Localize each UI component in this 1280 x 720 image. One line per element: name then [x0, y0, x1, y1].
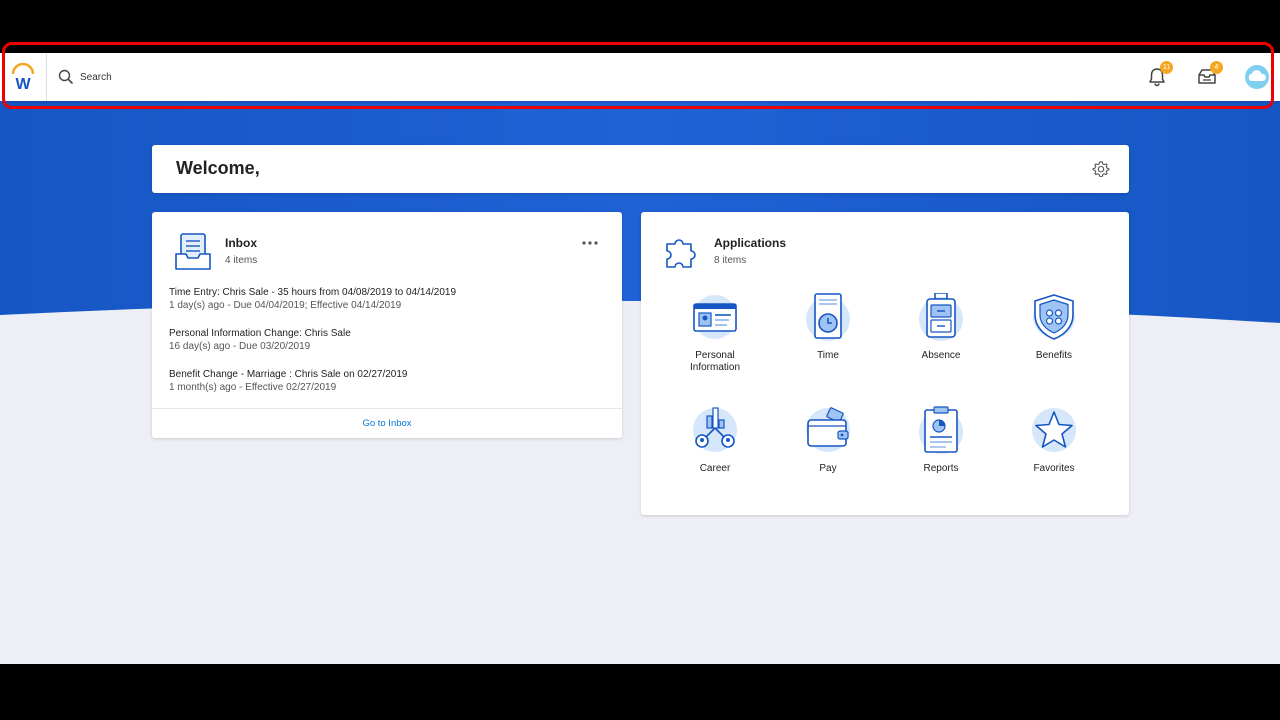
app-label: Reports: [923, 463, 959, 474]
inbox-task-benefit-change[interactable]: Benefit Change - Marriage : Chris Sale o…: [169, 368, 609, 394]
cloud-avatar-icon: [1248, 70, 1266, 81]
task-meta: 1 month(s) ago - Effective 02/27/2019: [169, 382, 337, 393]
app-absence[interactable]: Absence: [896, 293, 986, 362]
app-label: Absence: [921, 350, 961, 361]
app-label: Pay: [819, 463, 837, 474]
inbox-title: Inbox: [225, 236, 257, 250]
app-label: Personal Information: [689, 350, 741, 373]
search-icon: [58, 69, 74, 85]
app-personal-information[interactable]: Personal Information: [670, 293, 760, 374]
go-to-inbox-link[interactable]: Go to Inbox: [362, 418, 411, 429]
logo-letter: W: [15, 76, 31, 93]
star-icon: [1032, 408, 1076, 452]
app-label: Favorites: [1033, 463, 1075, 474]
id-card-icon: [693, 295, 737, 339]
inbox-task-time-entry[interactable]: Time Entry: Chris Sale - 35 hours from 0…: [169, 286, 609, 312]
search-input[interactable]: [80, 65, 680, 89]
inbox-card: Inbox 4 items Time Entry: Chris Sale - 3…: [152, 212, 622, 438]
inbox-count: 4 items: [225, 255, 258, 266]
shield-icon: [1033, 294, 1075, 340]
app-label: Time: [817, 350, 839, 361]
task-title: Personal Information Change: Chris Sale: [169, 328, 351, 339]
app-favorites[interactable]: Favorites: [1009, 406, 1099, 475]
inbox-tray-icon: [175, 233, 211, 270]
applications-card: Applications 8 items Personal Informatio…: [641, 212, 1129, 515]
applications-count: 8 items: [714, 255, 747, 266]
app-label: Benefits: [1035, 350, 1073, 361]
gear-icon[interactable]: [1092, 160, 1110, 178]
inbox-footer: Go to Inbox: [152, 408, 622, 438]
app-label: Career: [699, 463, 731, 474]
user-avatar[interactable]: [1245, 65, 1269, 89]
task-title: Benefit Change - Marriage : Chris Sale o…: [169, 369, 408, 380]
welcome-card: Welcome,: [152, 145, 1129, 193]
workday-home: W 11 4: [0, 53, 1280, 664]
notifications-button[interactable]: 11: [1143, 61, 1173, 91]
app-career[interactable]: Career: [670, 406, 760, 475]
top-navigation-bar: W 11 4: [0, 53, 1280, 101]
topbar-divider: [46, 53, 47, 101]
app-pay[interactable]: Pay: [783, 406, 873, 475]
task-title: Time Entry: Chris Sale - 35 hours from 0…: [169, 287, 457, 298]
workday-logo-icon[interactable]: W: [10, 61, 36, 93]
inbox-badge: 4: [1210, 61, 1223, 74]
time-clock-icon: [806, 293, 850, 341]
task-meta: 1 day(s) ago - Due 04/04/2019; Effective…: [169, 300, 402, 311]
clipboard-report-icon: [919, 406, 963, 454]
app-time[interactable]: Time: [783, 293, 873, 362]
suitcase-icon: [919, 293, 963, 341]
app-benefits[interactable]: Benefits: [1009, 293, 1099, 362]
puzzle-piece-icon: [666, 239, 696, 268]
wallet-icon: [806, 407, 850, 452]
welcome-title: Welcome,: [176, 158, 260, 178]
notifications-badge: 11: [1160, 61, 1173, 74]
app-reports[interactable]: Reports: [896, 406, 986, 475]
screen-frame: W 11 4: [0, 0, 1280, 720]
more-options-icon[interactable]: [580, 236, 600, 250]
career-icon: [693, 407, 737, 452]
inbox-button[interactable]: 4: [1193, 61, 1223, 91]
inbox-task-personal-info-change[interactable]: Personal Information Change: Chris Sale …: [169, 327, 609, 353]
applications-title: Applications: [714, 236, 787, 250]
task-meta: 16 day(s) ago - Due 03/20/2019: [169, 341, 311, 352]
